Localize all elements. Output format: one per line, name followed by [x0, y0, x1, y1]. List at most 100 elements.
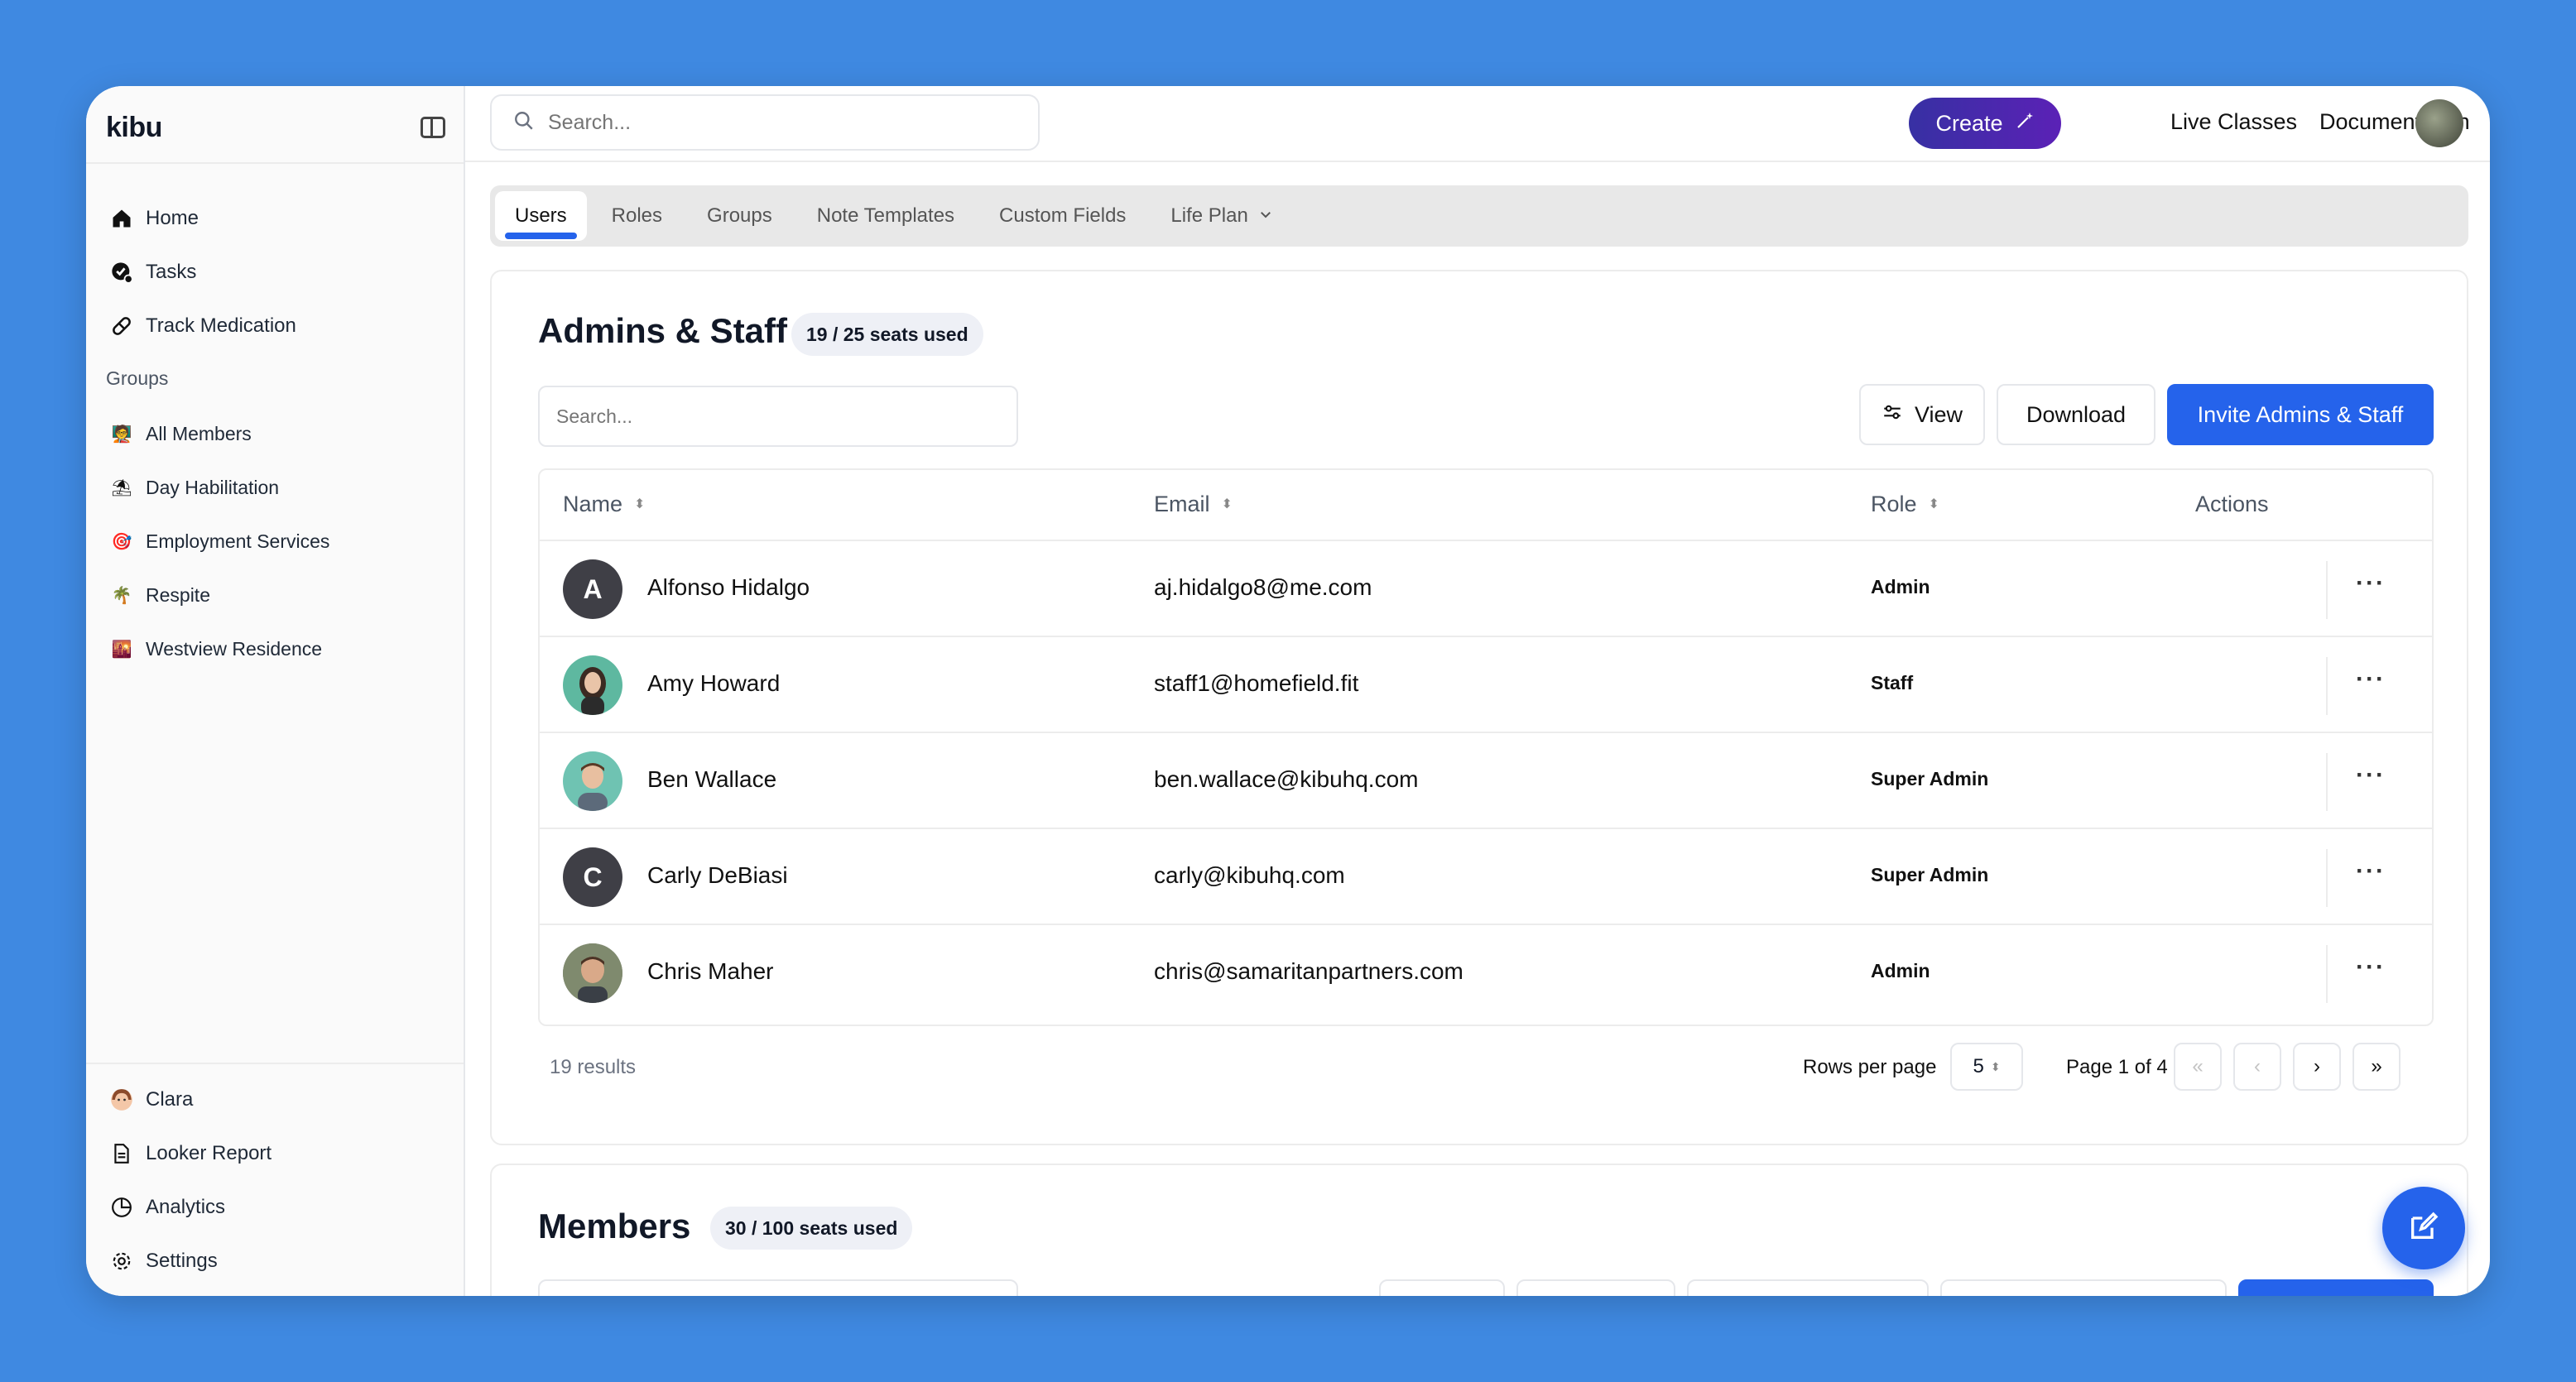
- chevron-down-icon: [1258, 204, 1273, 228]
- members-card: Members 30 / 100 seats used: [490, 1164, 2468, 1296]
- user-avatar[interactable]: [2415, 99, 2463, 147]
- tab-custom-fields[interactable]: Custom Fields: [979, 191, 1146, 241]
- tab-users[interactable]: Users: [495, 191, 587, 241]
- sidebar-item-clara[interactable]: Clara: [106, 1078, 445, 1121]
- sort-icon: ⬍: [1221, 497, 1233, 511]
- avatar: A: [563, 559, 622, 619]
- previous-page-button[interactable]: ‹: [2233, 1043, 2281, 1091]
- section-title: Admins & Staff: [538, 311, 788, 350]
- more-actions-icon[interactable]: ···: [2356, 953, 2386, 981]
- members-emoji-icon: 🧑‍🏫: [111, 425, 132, 444]
- sidebar-item-day-habilitation[interactable]: ⛱ Day Habilitation: [106, 466, 445, 509]
- sidebar-item-track-medication[interactable]: Track Medication: [106, 305, 445, 348]
- sidebar-item-label: Day Habilitation: [146, 476, 280, 498]
- tab-groups[interactable]: Groups: [687, 191, 792, 241]
- tab-note-templates[interactable]: Note Templates: [797, 191, 974, 241]
- sidebar-item-employment-services[interactable]: 🎯 Employment Services: [106, 520, 445, 563]
- sidebar-item-looker-report[interactable]: Looker Report: [106, 1132, 445, 1175]
- column-label: Name: [563, 492, 623, 516]
- staff-table: Name ⬍ Email ⬍ Role ⬍ Actions A Alfonso …: [538, 468, 2434, 1026]
- sidebar-item-respite[interactable]: 🌴 Respite: [106, 573, 445, 617]
- last-page-button[interactable]: »: [2353, 1043, 2401, 1091]
- staff-search-input[interactable]: [556, 405, 987, 428]
- user-name: Alfonso Hidalgo: [647, 574, 810, 600]
- more-actions-icon[interactable]: ···: [2356, 569, 2386, 597]
- user-role: Super Admin: [1871, 768, 1989, 789]
- double-chevron-left-icon: «: [2192, 1055, 2204, 1077]
- sidebar-item-label: Settings: [146, 1250, 218, 1272]
- search-input[interactable]: [548, 110, 1012, 135]
- user-role: Staff: [1871, 672, 1914, 693]
- staff-search[interactable]: [538, 386, 1018, 447]
- user-name: Carly DeBiasi: [647, 862, 788, 888]
- column-label: Email: [1154, 492, 1210, 516]
- members-search[interactable]: [538, 1279, 1018, 1296]
- sidebar-item-label: Clara: [146, 1088, 194, 1111]
- section-title: Members: [538, 1207, 691, 1245]
- home-icon: [109, 206, 134, 231]
- user-name: Ben Wallace: [647, 766, 777, 792]
- user-name: Chris Maher: [647, 958, 774, 984]
- palm-emoji-icon: 🌴: [111, 586, 132, 605]
- global-search[interactable]: [490, 94, 1040, 151]
- table-row[interactable]: Ben Wallace ben.wallace@kibuhq.com Super…: [540, 733, 2432, 829]
- column-email-header[interactable]: Email ⬍: [1154, 492, 1233, 517]
- more-actions-icon[interactable]: ···: [2356, 665, 2386, 693]
- sidebar-item-home[interactable]: Home: [106, 197, 445, 240]
- first-page-button[interactable]: «: [2174, 1043, 2222, 1091]
- tab-label: Life Plan: [1170, 204, 1248, 227]
- tasks-icon: [109, 260, 134, 285]
- sidebar-item-analytics[interactable]: Analytics: [106, 1186, 445, 1229]
- column-role-header[interactable]: Role ⬍: [1871, 492, 1939, 517]
- more-actions-icon[interactable]: ···: [2356, 857, 2386, 885]
- divider: [2326, 657, 2328, 715]
- pill-icon: [109, 314, 134, 338]
- next-page-button[interactable]: ›: [2293, 1043, 2341, 1091]
- sort-icon: ⬍: [1928, 497, 1939, 511]
- user-email: aj.hidalgo8@me.com: [1154, 574, 1372, 600]
- top-bar: Create Live Classes Documentation: [465, 86, 2490, 162]
- double-chevron-right-icon: »: [2371, 1055, 2382, 1077]
- compose-fab-button[interactable]: [2382, 1187, 2465, 1269]
- table-row[interactable]: Amy Howard staff1@homefield.fit Staff ··…: [540, 637, 2432, 733]
- more-actions-icon[interactable]: ···: [2356, 761, 2386, 789]
- gear-icon: [109, 1249, 134, 1274]
- members-toolbar-button[interactable]: [1379, 1279, 1505, 1296]
- results-count: 19 results: [550, 1056, 637, 1078]
- sidebar-toggle-icon[interactable]: [421, 117, 445, 138]
- document-icon: [109, 1141, 134, 1166]
- download-button[interactable]: Download: [1997, 384, 2155, 445]
- pie-chart-icon: [109, 1195, 134, 1220]
- divider: [2326, 753, 2328, 811]
- user-name: Amy Howard: [647, 670, 781, 696]
- user-email: staff1@homefield.fit: [1154, 670, 1359, 696]
- page-info: Page 1 of 4: [2066, 1056, 2168, 1078]
- table-row[interactable]: C Carly DeBiasi carly@kibuhq.com Super A…: [540, 829, 2432, 925]
- live-classes-link[interactable]: Live Classes: [2170, 109, 2297, 135]
- app-logo[interactable]: kibu: [106, 112, 162, 144]
- sidebar-item-tasks[interactable]: Tasks: [106, 251, 445, 294]
- create-button[interactable]: Create: [1909, 98, 2061, 149]
- members-primary-button[interactable]: [2238, 1279, 2434, 1296]
- members-toolbar-button[interactable]: [1940, 1279, 2227, 1296]
- column-label: Role: [1871, 492, 1917, 516]
- search-icon: [513, 110, 535, 136]
- rows-per-page-value: 5: [1973, 1055, 1984, 1077]
- table-row[interactable]: Chris Maher chris@samaritanpartners.com …: [540, 925, 2432, 1021]
- tab-life-plan[interactable]: Life Plan: [1151, 191, 1292, 241]
- sidebar-item-label: Respite: [146, 583, 210, 606]
- sidebar-item-all-members[interactable]: 🧑‍🏫 All Members: [106, 412, 445, 455]
- sidebar-item-westview-residence[interactable]: 🌇 Westview Residence: [106, 627, 445, 670]
- app-window: kibu Home Tasks Track Medication Groups …: [86, 86, 2490, 1296]
- members-toolbar-button[interactable]: [1687, 1279, 1929, 1296]
- tab-roles[interactable]: Roles: [592, 191, 682, 241]
- sidebar-item-label: Analytics: [146, 1196, 226, 1218]
- rows-per-page-select[interactable]: 5 ⬍: [1950, 1043, 2023, 1091]
- sidebar-item-settings[interactable]: Settings: [106, 1240, 445, 1283]
- column-name-header[interactable]: Name ⬍: [563, 492, 645, 517]
- invite-admins-staff-button[interactable]: Invite Admins & Staff: [2167, 384, 2434, 445]
- view-button[interactable]: View: [1859, 384, 1985, 445]
- view-label: View: [1914, 401, 1963, 427]
- table-row[interactable]: A Alfonso Hidalgo aj.hidalgo8@me.com Adm…: [540, 541, 2432, 637]
- members-toolbar-button[interactable]: [1516, 1279, 1675, 1296]
